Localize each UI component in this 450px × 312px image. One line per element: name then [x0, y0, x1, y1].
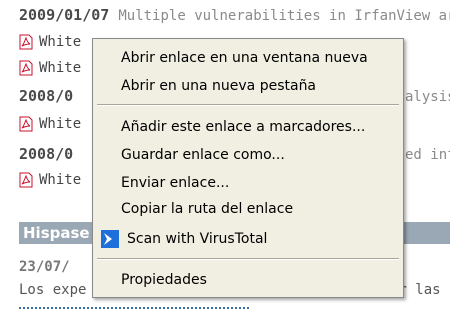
menu-item-label: Guardar enlace como...	[121, 147, 285, 163]
menu-item-label: Enviar enlace...	[121, 175, 230, 191]
menu-item-save-link-as[interactable]: Guardar enlace como...	[93, 143, 403, 167]
document-link-1[interactable]: White	[19, 32, 81, 52]
entry-title-1[interactable]: 2009/01/07 Multiple vulnerabilities in I…	[19, 6, 450, 24]
document-link-label: White	[39, 116, 82, 132]
pdf-icon	[19, 34, 33, 50]
menu-item-label: Propiedades	[121, 272, 207, 288]
news-link[interactable]	[19, 304, 249, 309]
menu-item-label: Abrir enlace en una ventana nueva	[121, 50, 368, 66]
document-link-4[interactable]: White	[19, 170, 81, 190]
news-text: Los expe	[19, 282, 87, 298]
document-link-label: White	[39, 172, 82, 188]
document-link-label: White	[39, 60, 82, 76]
menu-item-scan-virustotal[interactable]: Scan with VirusTotal	[93, 227, 403, 251]
entry-title-3[interactable]: 2008/0	[19, 145, 73, 163]
virustotal-icon	[101, 230, 119, 248]
news-date: 23/07/	[19, 259, 70, 275]
entry-title-2[interactable]: 2008/0	[19, 87, 73, 105]
entry-text-2: alysis	[405, 89, 450, 105]
browser-page: 2009/01/07 Multiple vulnerabilities in I…	[0, 0, 450, 312]
menu-separator	[97, 104, 399, 106]
pdf-icon	[19, 116, 33, 132]
menu-item-open-new-window[interactable]: Abrir enlace en una ventana nueva	[93, 46, 403, 70]
menu-item-properties[interactable]: Propiedades	[93, 268, 403, 292]
document-link-3[interactable]: White	[19, 114, 81, 134]
menu-separator	[97, 258, 399, 260]
entry-date-3: 2008/0	[19, 145, 74, 163]
section-title: Hispase	[23, 224, 90, 242]
menu-item-label: Scan with VirusTotal	[127, 231, 268, 247]
menu-item-add-bookmark[interactable]: Añadir este enlace a marcadores...	[93, 115, 403, 139]
pdf-icon	[19, 60, 33, 76]
context-menu: Abrir enlace en una ventana nueva Abrir …	[92, 38, 404, 298]
document-link-label: White	[39, 34, 82, 50]
pdf-icon	[19, 172, 33, 188]
menu-item-label: Copiar la ruta del enlace	[121, 201, 294, 217]
entry-text-3: ed inf	[405, 147, 450, 163]
menu-item-label: Añadir este enlace a marcadores...	[121, 119, 366, 135]
entry-text-1: Multiple vulnerabilities in IrfanView ar	[118, 8, 450, 24]
document-link-2[interactable]: White	[19, 58, 81, 78]
menu-item-label: Abrir en una nueva pestaña	[121, 78, 317, 94]
entry-date-1: 2009/01/07	[19, 6, 110, 24]
menu-item-copy-link-location[interactable]: Copiar la ruta del enlace	[93, 197, 403, 221]
menu-item-open-new-tab[interactable]: Abrir en una nueva pestaña	[93, 74, 403, 98]
menu-item-send-link[interactable]: Enviar enlace...	[93, 171, 403, 195]
entry-date-2: 2008/0	[19, 87, 74, 105]
